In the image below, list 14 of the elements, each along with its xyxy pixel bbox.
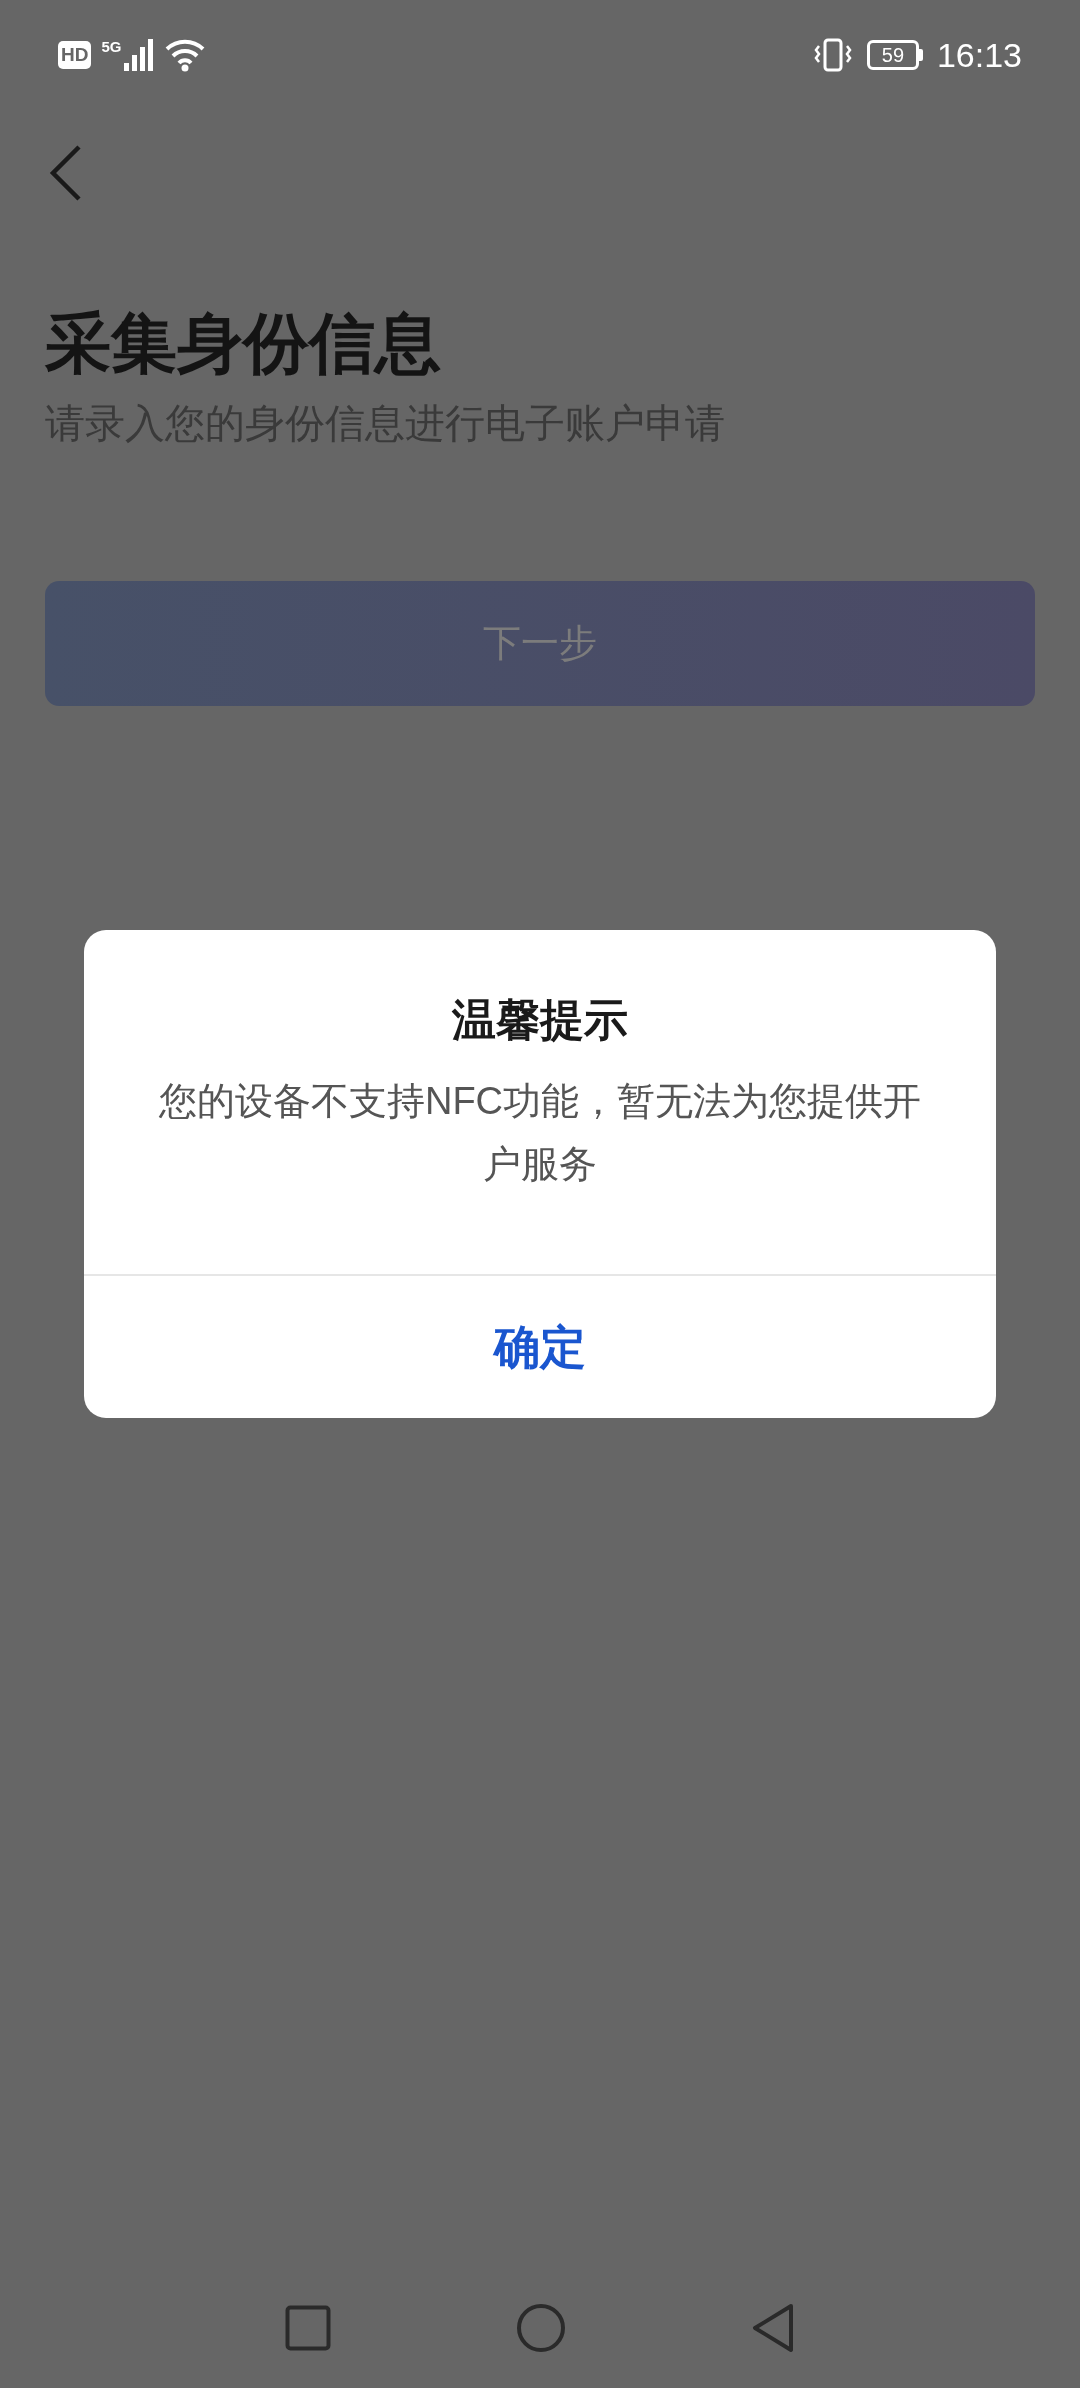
wifi-icon bbox=[164, 38, 207, 72]
vibrate-icon bbox=[812, 38, 853, 72]
clock: 16:13 bbox=[936, 34, 1022, 76]
network-label: 5G bbox=[101, 39, 122, 54]
home-icon[interactable] bbox=[516, 2303, 566, 2353]
hd-badge: HD bbox=[58, 41, 92, 69]
battery-level: 59 bbox=[881, 45, 905, 65]
dialog-title: 温馨提示 bbox=[452, 994, 628, 1046]
back-nav-icon[interactable] bbox=[751, 2303, 795, 2353]
page-title: 采集身份信息 bbox=[45, 305, 442, 382]
confirm-button[interactable]: 确定 bbox=[84, 1276, 996, 1418]
dialog-message: 您的设备不支持NFC功能，暂无法为您提供开户服务 bbox=[157, 1079, 923, 1187]
signal-icon bbox=[124, 39, 155, 71]
recents-icon[interactable] bbox=[285, 2305, 331, 2351]
